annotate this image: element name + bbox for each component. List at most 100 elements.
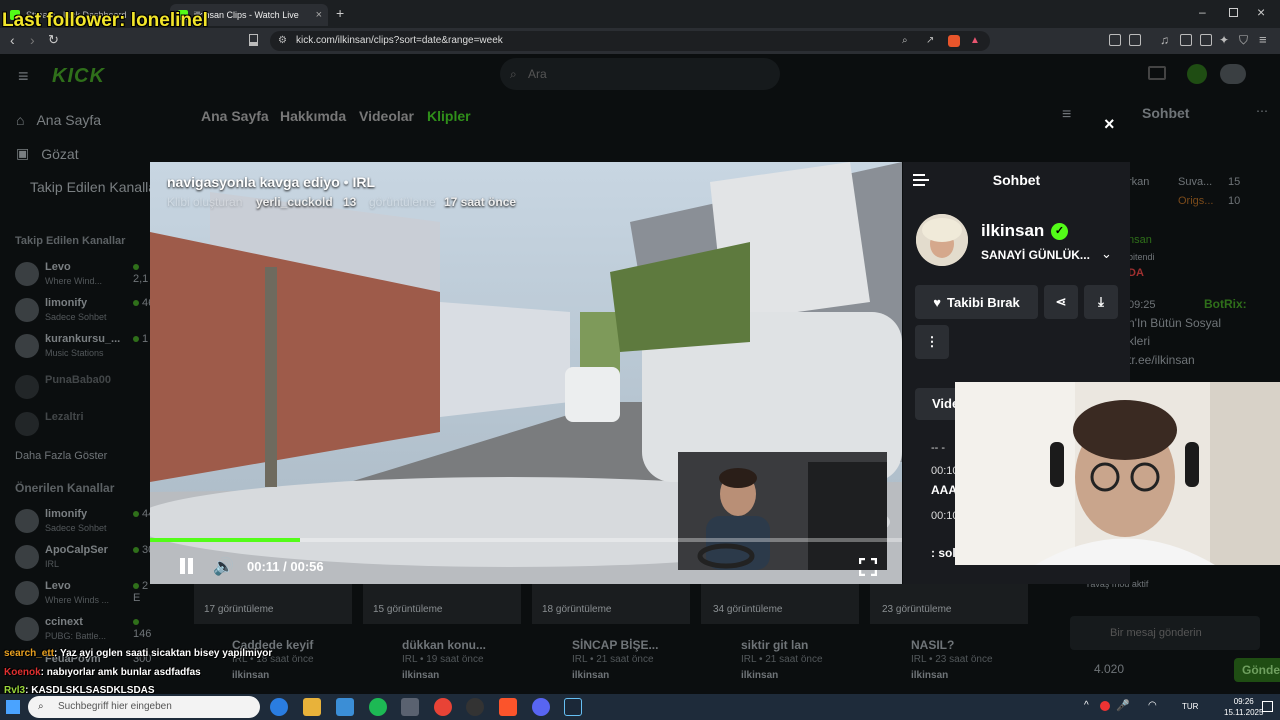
discord-icon[interactable] [532,698,550,716]
minimize-icon[interactable]: – [1199,5,1206,19]
tray-app-icon[interactable] [1100,701,1110,711]
channel-name: Lezaltri [45,411,84,423]
nav-following[interactable]: Takip Edilen Kanallar [30,179,161,195]
steam-icon[interactable] [564,698,582,716]
clip-views: 34 görüntüleme [713,604,783,615]
recommended-channel[interactable]: Levo Where Winds ... 2 E [15,578,155,612]
brave-rewards-icon[interactable]: ▲ [970,31,980,51]
windows-start-icon[interactable] [6,700,20,714]
volume-icon[interactable]: 🔊 [213,557,234,577]
pause-button[interactable] [178,558,194,576]
share-icon[interactable]: ↗ [926,31,934,51]
chrome-icon[interactable] [434,698,452,716]
clip-user[interactable]: ilkinsan [911,670,948,681]
download-button[interactable]: ⤓ [1084,285,1118,319]
chat-collapse-icon[interactable]: ≡ [1062,106,1071,124]
recommended-channel[interactable]: limonify Sadece Sohbet 44 [15,506,155,540]
clip-user[interactable]: ilkinsan [402,670,439,681]
unfollow-button[interactable]: ♥ Takibi Bırak [915,285,1038,319]
spotify-icon[interactable] [369,698,387,716]
chat-options-icon[interactable]: ⋯ [1256,104,1268,118]
hamburger-menu-icon[interactable]: ≡ [18,66,29,87]
maximize-icon[interactable] [1229,8,1238,17]
site-info-icon[interactable]: ⚙ [278,31,287,51]
tab-home[interactable]: Ana Sayfa [201,108,269,124]
clipper-name[interactable]: yerli_cuckold [256,195,333,209]
channel-category: PUBG: Battle... [45,631,107,641]
fullscreen-icon[interactable] [859,558,877,576]
video-progress-fill [150,538,301,542]
taskbar-search-input[interactable]: ⌕ Suchbegriff hier eingeben [28,696,260,718]
more-options-button[interactable]: ⋮ [915,325,949,359]
recommended-channel[interactable]: ApoCalpSer IRL 30 [15,542,155,576]
zoom-icon[interactable]: ⌕ [902,31,908,51]
clip-user[interactable]: ilkinsan [232,670,269,681]
forward-icon[interactable]: › [30,32,35,48]
clip-video-player[interactable]: navigasyonla kavga ediyo • IRL Klibi olu… [150,162,902,584]
edge-icon[interactable] [270,698,288,716]
new-tab-icon[interactable]: + [336,5,344,21]
chevron-down-icon[interactable]: ⌄ [1101,246,1112,262]
clip-user[interactable]: ilkinsan [572,670,609,681]
clip-title[interactable]: SİNCAP BİŞE... [572,638,658,652]
file-explorer-icon[interactable] [303,698,321,716]
obs-icon[interactable] [466,698,484,716]
nav-browse[interactable]: ▣ Gözat [16,145,79,162]
streamer-name[interactable]: ilkinsan [981,221,1044,241]
network-icon[interactable]: ◠ [1148,700,1157,711]
video-progress-bar[interactable] [150,538,902,542]
followed-channel[interactable]: Levo Where Wind... 2,1 [15,259,155,293]
clock-time: 09:26 [1233,697,1254,706]
media-icon[interactable]: ♫ [1160,33,1169,47]
followed-channel[interactable]: limonify Sadece Sohbet 46 [15,295,155,329]
back-icon[interactable]: ‹ [10,32,15,48]
extensions-icon[interactable] [1109,34,1121,46]
modal-close-icon[interactable]: × [1104,114,1115,135]
followed-channel[interactable]: kurankursu_... Music Stations 1 [15,331,155,365]
wallet-icon[interactable] [1200,34,1212,46]
chat-send-button[interactable]: Gönder [1234,658,1280,682]
clip-title[interactable]: siktir git lan [741,638,808,652]
screenshot-icon[interactable] [1129,34,1141,46]
bookmark-icon[interactable] [249,34,258,46]
window-close-icon[interactable]: × [1257,4,1265,20]
kick-logo[interactable]: KICK [52,65,105,88]
brave-shields-icon[interactable] [948,35,960,47]
followed-channel-offline[interactable]: Lezaltri [15,409,155,443]
menu-icon[interactable]: ≡ [1259,32,1267,47]
reload-icon[interactable]: ↻ [48,32,59,48]
chat-message-input[interactable]: Bir mesaj gönderin [1070,616,1260,650]
leo-ai-icon[interactable]: ✦ [1219,33,1229,47]
clip-user[interactable]: ilkinsan [741,670,778,681]
calculator-icon[interactable] [401,698,419,716]
clip-category[interactable]: IRL [352,174,375,190]
chat-username: search_ett [4,648,55,659]
taskbar-clock[interactable]: 09:26 15.11.2025 [1224,696,1263,718]
nav-home[interactable]: ⌂ Ana Sayfa [16,112,101,128]
avatar [15,262,39,286]
tab-clips[interactable]: Klipler [427,108,471,124]
search-input[interactable]: ⌕ Ara [500,58,780,90]
microphone-icon[interactable]: 🎤 [1116,699,1130,712]
tab-close-icon[interactable]: × [316,9,322,21]
show-more-link[interactable]: Daha Fazla Göster [15,450,107,462]
vpn-icon[interactable]: ⛉ [1239,33,1248,48]
user-avatar[interactable] [1220,64,1246,84]
clip-title[interactable]: NASIL? [911,638,954,652]
sidebar-icon[interactable] [1180,34,1192,46]
url-field[interactable]: ⚙ kick.com/ilkinsan/clips?sort=date&rang… [270,31,990,51]
brave-icon[interactable] [499,698,517,716]
recommended-channel[interactable]: ccinext PUBG: Battle... 146 [15,614,155,648]
tab-about[interactable]: Hakkımda [280,108,346,124]
store-icon[interactable] [336,698,354,716]
streamer-avatar[interactable] [916,214,968,266]
tray-chevron-icon[interactable]: ^ [1084,700,1089,711]
creator-dashboard-icon[interactable] [1148,66,1166,80]
keyboard-language[interactable]: TUR [1182,702,1198,711]
clip-title[interactable]: dükkan konu... [402,638,486,652]
followed-channel-offline[interactable]: PunaBaba00 [15,372,155,406]
share-button[interactable]: ⋖ [1044,285,1078,319]
tab-videos[interactable]: Videolar [359,108,414,124]
notifications-icon[interactable] [1262,701,1273,712]
kick-rewards-icon[interactable] [1187,64,1207,84]
